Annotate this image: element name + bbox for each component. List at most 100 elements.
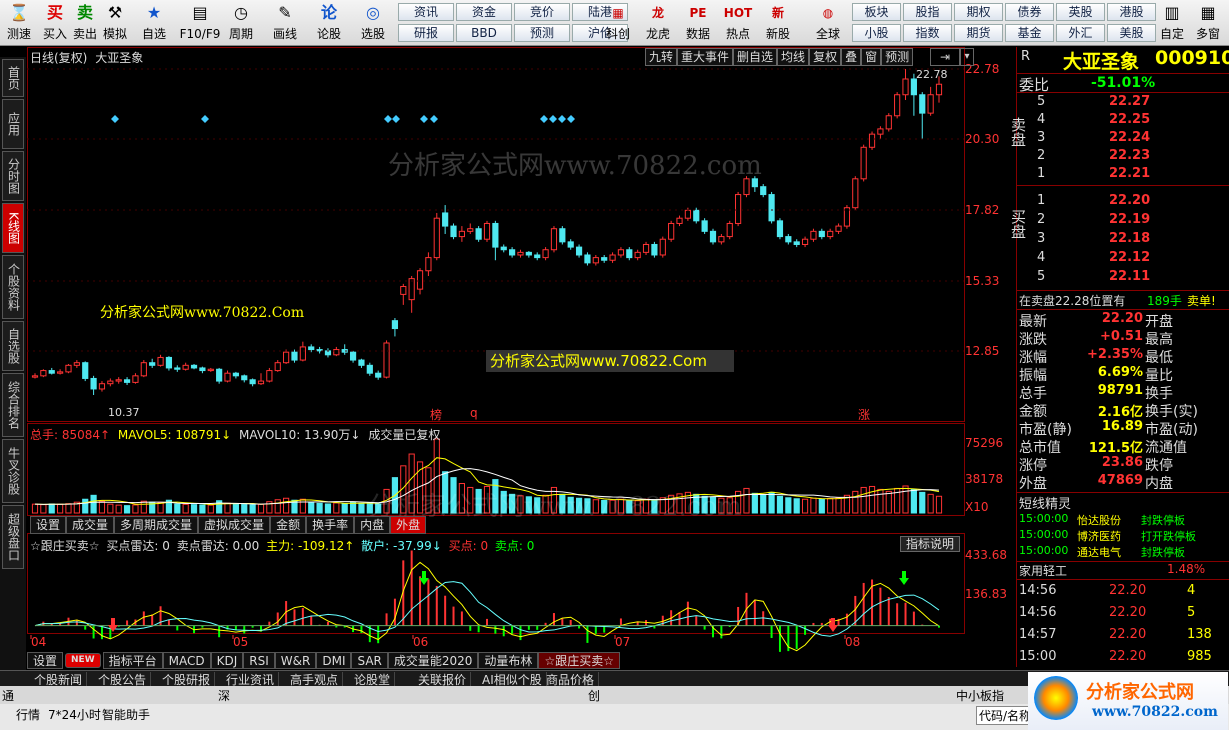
quick-btn-BBD[interactable]: BBD	[456, 24, 512, 42]
quick-btn-股指[interactable]: 股指	[903, 3, 952, 21]
toolbar-btn-科创[interactable]: ▦ 科创	[598, 0, 638, 46]
left-tab-牛叉诊股[interactable]: 牛叉诊股	[2, 439, 24, 503]
candle-body	[333, 349, 340, 356]
quick-btn-期货[interactable]: 期货	[954, 24, 1003, 42]
left-tab-K线图[interactable]: K线图	[2, 203, 24, 253]
toolbar-btn-画线[interactable]: ✎ 画线	[268, 0, 302, 46]
ind-tab-KDJ[interactable]: KDJ	[210, 652, 244, 669]
left-tab-综合排名[interactable]: 综合排名	[2, 373, 24, 437]
status-shen[interactable]: 深	[218, 687, 230, 704]
chart-btn-窗[interactable]: 窗	[861, 48, 882, 66]
quick-btn-指数[interactable]: 指数	[903, 24, 952, 42]
toolbar-btn-周期[interactable]: ◷ 周期	[224, 0, 258, 46]
candle-body	[668, 222, 675, 240]
toolbar-btn-模拟[interactable]: ⚒ 模拟	[98, 0, 132, 46]
chart-nav-icon[interactable]: ⇥	[930, 48, 960, 66]
volume-bar	[868, 485, 876, 514]
left-tab-分时图[interactable]: 分时图	[2, 151, 24, 201]
toolbar-btn-全球[interactable]: ◍ 全球	[808, 0, 848, 46]
quick-btn-研报[interactable]: 研报	[398, 24, 454, 42]
toolbar-btn-自选[interactable]: ★ 自选	[137, 0, 171, 46]
ind-tab-动量布林[interactable]: 动量布林	[478, 652, 539, 669]
quick-btn-港股[interactable]: 港股	[1107, 3, 1156, 21]
candle-body	[894, 94, 901, 117]
vol-tab-成交量[interactable]: 成交量	[66, 516, 115, 534]
quick-btn-基金[interactable]: 基金	[1005, 24, 1054, 42]
toolbar-btn-卖出[interactable]: 卖卖出	[68, 0, 102, 46]
ind-tab-指标平台[interactable]: 指标平台	[102, 652, 163, 669]
toolbar-btn-数据[interactable]: PE 数据	[678, 0, 718, 46]
quick-btn-资金[interactable]: 资金	[456, 3, 512, 21]
vol-tab-虚拟成交量[interactable]: 虚拟成交量	[198, 516, 271, 534]
ind-tab-设置[interactable]: 设置	[27, 652, 64, 669]
status-724[interactable]: 7*24小时	[48, 706, 101, 723]
vol-tab-金额[interactable]: 金额	[270, 516, 307, 534]
toolbar-btn-论股[interactable]: 论论股	[312, 0, 346, 46]
tick-vol: 5	[1187, 605, 1196, 620]
quick-btn-小股[interactable]: 小股	[852, 24, 901, 42]
ind-tab-W&R[interactable]: W&R	[274, 652, 317, 669]
candle-body	[843, 207, 851, 227]
tick-time: 14:57	[1019, 627, 1057, 642]
quick-btn-资讯[interactable]: 资讯	[398, 3, 454, 21]
vol-tab-换手率[interactable]: 换手率	[306, 516, 355, 534]
status-tong[interactable]: 通	[2, 687, 14, 704]
quick-btn-外汇[interactable]: 外汇	[1056, 24, 1105, 42]
toolbar-btn-新股[interactable]: 新新股	[758, 0, 798, 46]
ind-tab-MACD[interactable]: MACD	[162, 652, 211, 669]
chart-btn-九转[interactable]: 九转	[645, 48, 678, 66]
candle-body	[57, 371, 64, 374]
left-tab-首页[interactable]: 首页	[2, 59, 24, 97]
candle-body	[835, 225, 842, 232]
chart-btn-重大事件[interactable]: 重大事件	[677, 48, 734, 66]
status-hangqing[interactable]: 行情	[16, 706, 40, 723]
toolbar-btn-F10/F9[interactable]: ▤ F10/F9	[178, 0, 222, 46]
volume-bar	[818, 498, 825, 514]
quick-btn-美股[interactable]: 美股	[1107, 24, 1156, 42]
ind-tab-成交量能2020[interactable]: 成交量能2020	[387, 652, 479, 669]
ind-tab-RSI[interactable]: RSI	[243, 652, 275, 669]
quick-btn-债券[interactable]: 债券	[1005, 3, 1054, 21]
vol-tab-外盘[interactable]: 外盘	[390, 516, 427, 534]
quick-btn-竞价[interactable]: 竞价	[514, 3, 570, 21]
toolbar-btn-选股[interactable]: ◎ 选股	[356, 0, 390, 46]
ind-tab-DMI[interactable]: DMI	[316, 652, 352, 669]
label-周期: 周期	[228, 27, 253, 41]
code-name-input[interactable]: 代码/名称	[976, 706, 1035, 725]
left-tab-个股资料[interactable]: 个股资料	[2, 255, 24, 319]
status-chuang[interactable]: 创	[588, 687, 600, 704]
left-tab-自选股[interactable]: 自选股	[2, 321, 24, 371]
chart-btn-复权[interactable]: 复权	[809, 48, 842, 66]
toolbar-btn-买入[interactable]: 买买入	[38, 0, 72, 46]
toolbar-btn-自定[interactable]: ▥ 自定	[1154, 0, 1190, 46]
chart-btn-预测[interactable]: 预测	[881, 48, 914, 66]
volume-bar	[232, 503, 239, 514]
toolbar-btn-多窗[interactable]: ▦ 多窗	[1190, 0, 1226, 46]
left-tab-超级盘口[interactable]: 超级盘口	[2, 505, 24, 569]
indicator-help-button[interactable]: 指标说明	[900, 536, 960, 552]
candle-body	[709, 230, 717, 243]
chart-btn-均线[interactable]: 均线	[777, 48, 810, 66]
ind-tab-☆跟庄买卖☆[interactable]: ☆跟庄买卖☆	[538, 652, 620, 669]
toolbar-btn-龙虎[interactable]: 龙龙虎	[638, 0, 678, 46]
chart-btn-删自选[interactable]: 删自选	[733, 48, 778, 66]
ind-tab-SAR[interactable]: SAR	[351, 652, 388, 669]
vol-tab-内盘[interactable]: 内盘	[354, 516, 391, 534]
ind-tab-NEW[interactable]: NEW	[65, 653, 101, 668]
quick-btn-预测[interactable]: 预测	[514, 24, 570, 42]
chevron-down-icon[interactable]: ▾	[960, 48, 974, 66]
quick-btn-期权[interactable]: 期权	[954, 3, 1003, 21]
short-name: 怡达股份	[1077, 514, 1121, 527]
quick-btn-英股[interactable]: 英股	[1056, 3, 1105, 21]
vol-tab-多周期成交量[interactable]: 多周期成交量	[114, 516, 199, 534]
candle-body	[425, 257, 432, 272]
vol-tab-设置[interactable]: 设置	[30, 516, 67, 534]
quick-btn-板块[interactable]: 板块	[852, 3, 901, 21]
status-assistant[interactable]: 智能助手	[102, 706, 150, 723]
toolbar-btn-热点[interactable]: HOT 热点	[718, 0, 758, 46]
chart-btn-叠[interactable]: 叠	[841, 48, 862, 66]
candle-body	[107, 380, 114, 385]
toolbar-btn-测速[interactable]: ⌛ 测速	[2, 0, 36, 46]
left-tab-应用[interactable]: 应用	[2, 99, 24, 149]
status-zxb[interactable]: 中小板指	[956, 687, 1004, 704]
